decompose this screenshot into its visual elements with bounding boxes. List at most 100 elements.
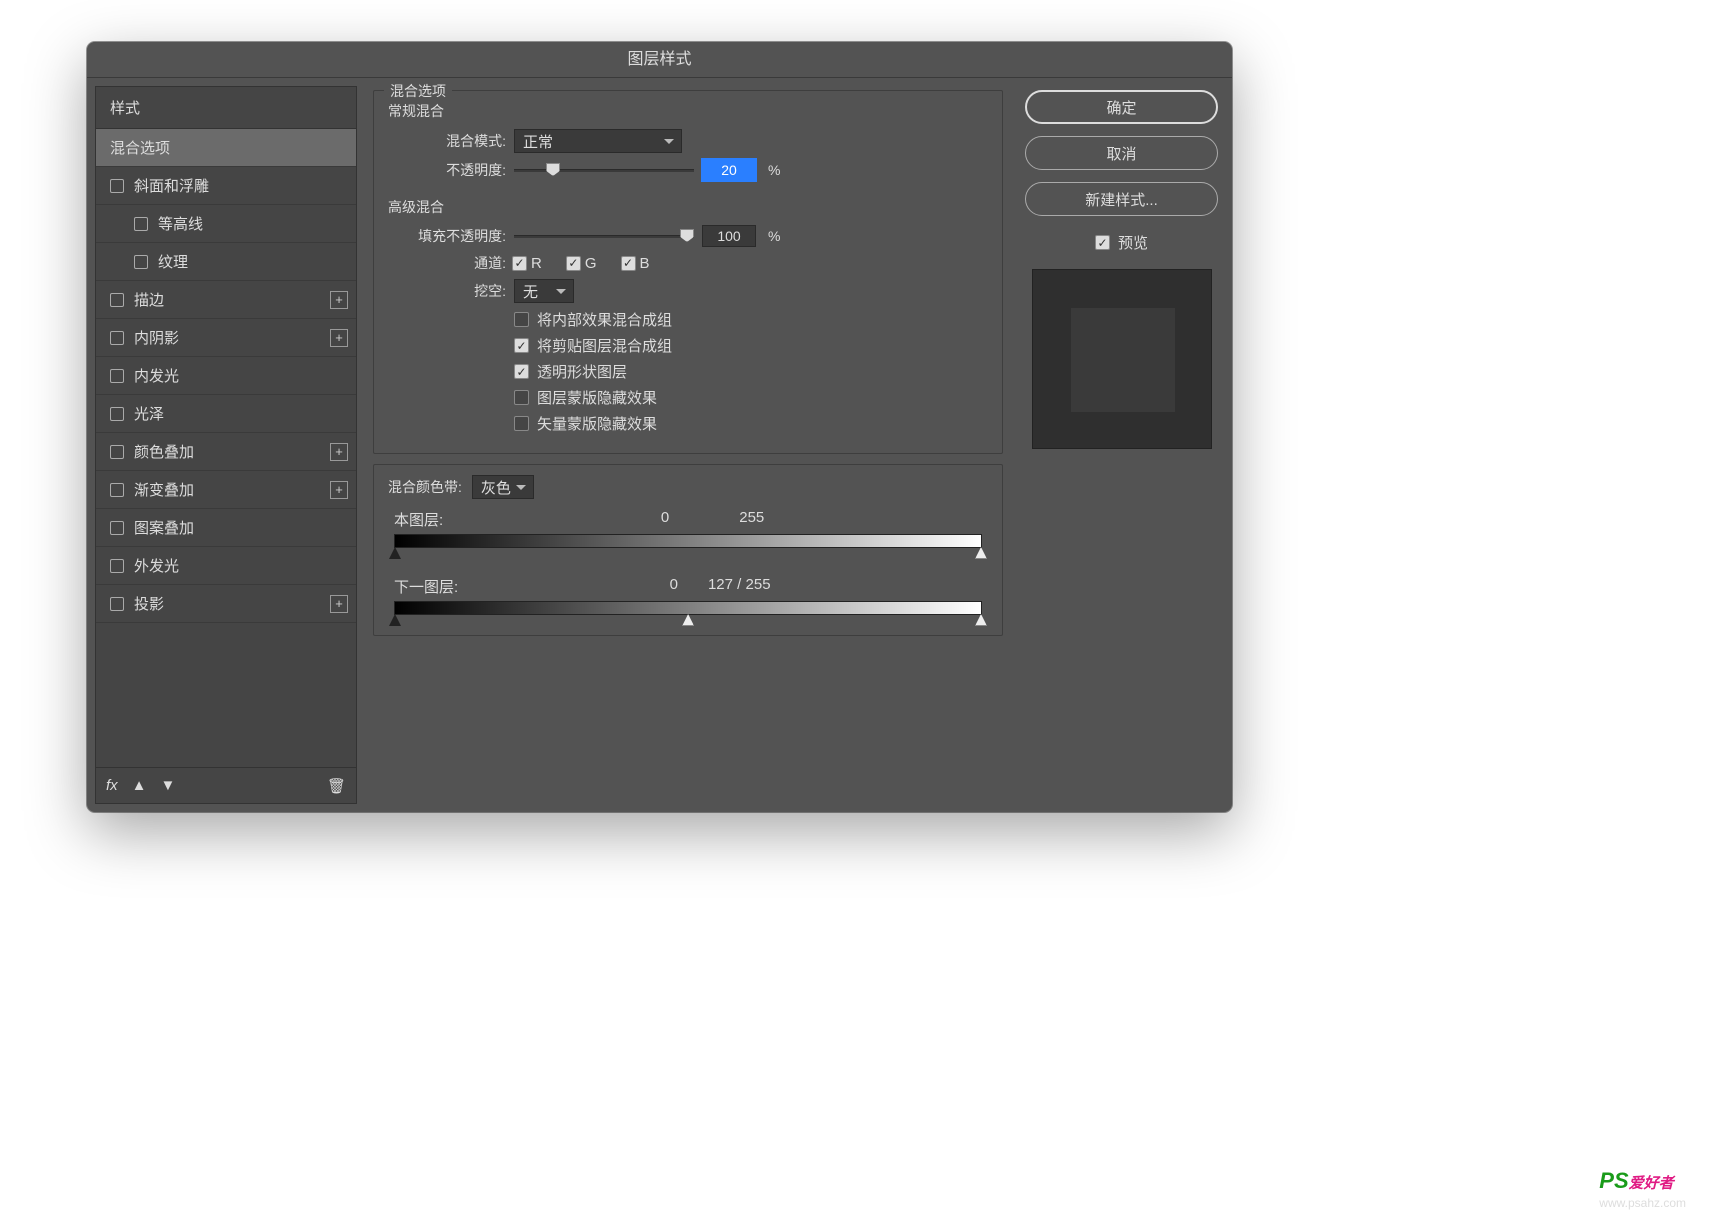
sidebar-item-label: 光泽 [134,403,348,424]
sidebar-item-drop-shadow[interactable]: 投影+ [96,585,356,623]
blend-mode-label: 混合模式: [388,131,506,151]
layer-style-dialog: 图层样式 样式 混合选项 斜面和浮雕 等高线 纹理 描边+ 内阴影+ 内发光 光… [87,42,1232,812]
opt-layer-mask-hide[interactable]: 图层蒙版隐藏效果 [514,387,988,408]
right-panel: 确定 取消 新建样式... 预览 [1019,86,1224,804]
sidebar-item-bevel[interactable]: 斜面和浮雕 [96,167,356,205]
opacity-slider[interactable] [514,161,694,179]
blend-if-label: 混合颜色带: [388,477,462,497]
checkbox[interactable] [110,293,124,307]
underlying-layer-gradient[interactable] [394,601,982,615]
percent-label: % [768,228,780,244]
arrow-up-icon[interactable]: ▲ [132,777,147,794]
checkbox[interactable] [514,390,529,405]
checkbox[interactable] [110,445,124,459]
sidebar-header: 样式 [96,87,356,129]
channel-b-checkbox[interactable] [621,256,636,271]
checkbox[interactable] [134,255,148,269]
sidebar-footer: fx ▲ ▼ 🗑 [96,767,356,803]
channel-r-checkbox[interactable] [512,256,527,271]
sidebar-item-label: 斜面和浮雕 [134,175,348,196]
checkbox[interactable] [514,312,529,327]
opt-blend-clipped[interactable]: 将剪贴图层混合成组 [514,335,988,356]
fill-opacity-input[interactable] [702,225,756,247]
checkbox[interactable] [514,338,529,353]
sidebar-item-contour[interactable]: 等高线 [96,205,356,243]
checkbox[interactable] [110,407,124,421]
checkbox[interactable] [110,597,124,611]
ok-button[interactable]: 确定 [1025,90,1218,124]
checkbox[interactable] [110,521,124,535]
checkbox[interactable] [514,364,529,379]
plus-icon[interactable]: + [330,291,348,309]
checkbox[interactable] [514,416,529,431]
fill-opacity-label: 填充不透明度: [388,226,506,246]
arrow-down-icon[interactable]: ▼ [161,777,176,794]
sidebar-item-label: 纹理 [158,251,348,272]
fx-menu-icon[interactable]: fx [106,777,118,794]
blend-if-select[interactable]: 灰色 [472,475,534,499]
preview-checkbox[interactable] [1095,235,1110,250]
preview-swatch [1032,269,1212,449]
blending-options-group: 混合选项 常规混合 混合模式: 正常 不透明度: % 高级混合 填充不透明度: [373,90,1003,454]
opacity-input[interactable] [702,159,756,181]
sidebar-item-pattern-overlay[interactable]: 图案叠加 [96,509,356,547]
slider-white-handle-icon[interactable] [975,614,987,626]
this-layer-row: 本图层: 0255 [388,509,988,548]
blend-if-group: 混合颜色带: 灰色 本图层: 0255 [373,464,1003,636]
this-layer-gradient[interactable] [394,534,982,548]
sidebar-item-gradient-overlay[interactable]: 渐变叠加+ [96,471,356,509]
slider-handle-icon[interactable] [546,163,560,176]
sidebar-item-inner-glow[interactable]: 内发光 [96,357,356,395]
sidebar-item-label: 内阴影 [134,327,330,348]
dialog-title[interactable]: 图层样式 [87,42,1232,78]
slider-handle-icon[interactable] [680,229,694,242]
channel-g-checkbox[interactable] [566,256,581,271]
knockout-select[interactable]: 无 [514,279,574,303]
channels-row: 通道: R G B [388,253,988,273]
checkbox[interactable] [110,369,124,383]
plus-icon[interactable]: + [330,443,348,461]
sidebar-item-label: 投影 [134,593,330,614]
knockout-label: 挖空: [388,281,506,301]
opt-transparency-shapes[interactable]: 透明形状图层 [514,361,988,382]
checkbox[interactable] [134,217,148,231]
sidebar-item-label: 渐变叠加 [134,479,330,500]
opt-blend-interior[interactable]: 将内部效果混合成组 [514,309,988,330]
opt-vector-mask-hide[interactable]: 矢量蒙版隐藏效果 [514,413,988,434]
opacity-label: 不透明度: [388,160,506,180]
sidebar-item-texture[interactable]: 纹理 [96,243,356,281]
this-layer-label: 本图层: [394,509,443,530]
sidebar-item-label: 描边 [134,289,330,310]
sidebar-item-label: 等高线 [158,213,348,234]
cancel-button[interactable]: 取消 [1025,136,1218,170]
sidebar-item-stroke[interactable]: 描边+ [96,281,356,319]
sidebar-item-blending-options[interactable]: 混合选项 [96,129,356,167]
trash-icon[interactable]: 🗑 [327,777,346,795]
slider-black-handle-icon[interactable] [389,614,401,626]
sidebar-item-satin[interactable]: 光泽 [96,395,356,433]
slider-white-split-handle-icon[interactable] [682,614,694,626]
opacity-row: 不透明度: % [388,159,988,181]
checkbox[interactable] [110,559,124,573]
general-blending-title: 常规混合 [388,101,988,121]
plus-icon[interactable]: + [330,329,348,347]
checkbox[interactable] [110,179,124,193]
sidebar-item-outer-glow[interactable]: 外发光 [96,547,356,585]
preview-toggle[interactable]: 预览 [1025,232,1218,253]
sidebar-item-label: 颜色叠加 [134,441,330,462]
group-legend: 混合选项 [384,81,452,101]
fill-opacity-slider[interactable] [514,227,694,245]
blend-mode-select[interactable]: 正常 [514,129,682,153]
plus-icon[interactable]: + [330,595,348,613]
checkbox[interactable] [110,331,124,345]
sidebar-item-inner-shadow[interactable]: 内阴影+ [96,319,356,357]
sidebar-item-color-overlay[interactable]: 颜色叠加+ [96,433,356,471]
checkbox[interactable] [110,483,124,497]
plus-icon[interactable]: + [330,481,348,499]
percent-label: % [768,162,780,178]
advanced-blending-title: 高级混合 [388,197,988,217]
sidebar-item-label: 外发光 [134,555,348,576]
preview-inner [1071,308,1175,412]
new-style-button[interactable]: 新建样式... [1025,182,1218,216]
watermark: PS爱好者 www.psahz.com [1599,1168,1686,1210]
